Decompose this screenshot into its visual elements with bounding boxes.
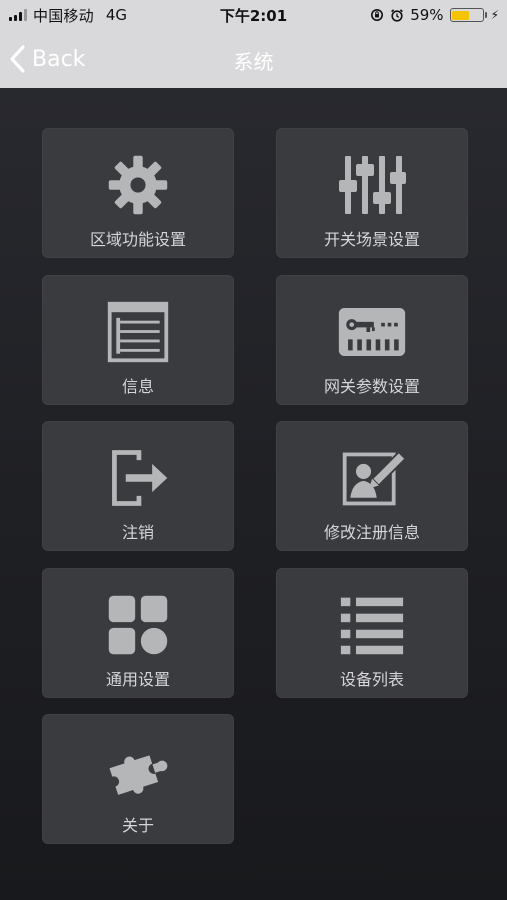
tile-label: 信息 bbox=[121, 377, 154, 396]
sliders-icon bbox=[337, 150, 407, 220]
tile-switch-scene-settings[interactable]: 开关场景设置 bbox=[276, 128, 468, 258]
nav-bar: Back 系统 bbox=[0, 30, 507, 88]
battery-icon bbox=[449, 8, 487, 22]
tile-label: 修改注册信息 bbox=[323, 523, 420, 542]
battery-level bbox=[452, 10, 469, 20]
logout-icon bbox=[103, 443, 173, 513]
tile-label: 网关参数设置 bbox=[323, 377, 420, 396]
tile-label: 设备列表 bbox=[339, 670, 404, 689]
tile-info[interactable]: 信息 bbox=[42, 275, 234, 405]
charging-icon: ⚡ bbox=[490, 8, 499, 22]
status-bar: 中国移动 4G 下午2:01 59% ⚡ bbox=[0, 0, 507, 30]
list-panel-icon bbox=[103, 297, 173, 367]
tile-label: 通用设置 bbox=[105, 670, 170, 689]
tile-edit-registration[interactable]: 修改注册信息 bbox=[276, 421, 468, 551]
tile-about[interactable]: 关于 bbox=[42, 714, 234, 844]
tile-zone-function-settings[interactable]: 区域功能设置 bbox=[42, 128, 234, 258]
bullet-list-icon bbox=[337, 590, 407, 660]
tile-general-settings[interactable]: 通用设置 bbox=[42, 568, 234, 698]
tile-label: 关于 bbox=[121, 816, 154, 835]
puzzle-icon bbox=[103, 736, 173, 806]
battery-percent: 59% bbox=[410, 6, 444, 24]
gateway-key-icon bbox=[337, 297, 407, 367]
rotation-lock-icon bbox=[370, 8, 384, 22]
alarm-icon bbox=[390, 8, 404, 22]
page-title: 系统 bbox=[233, 50, 274, 74]
grid-shapes-icon bbox=[103, 590, 173, 660]
status-right: 59% ⚡ bbox=[370, 5, 499, 25]
tile-label: 注销 bbox=[121, 523, 154, 542]
tile-gateway-parameter-settings[interactable]: 网关参数设置 bbox=[276, 275, 468, 405]
tile-label: 开关场景设置 bbox=[323, 230, 420, 249]
edit-profile-icon bbox=[337, 443, 407, 513]
tile-device-list[interactable]: 设备列表 bbox=[276, 568, 468, 698]
tile-label: 区域功能设置 bbox=[89, 230, 186, 249]
tile-logout[interactable]: 注销 bbox=[42, 421, 234, 551]
gear-icon bbox=[103, 150, 173, 220]
